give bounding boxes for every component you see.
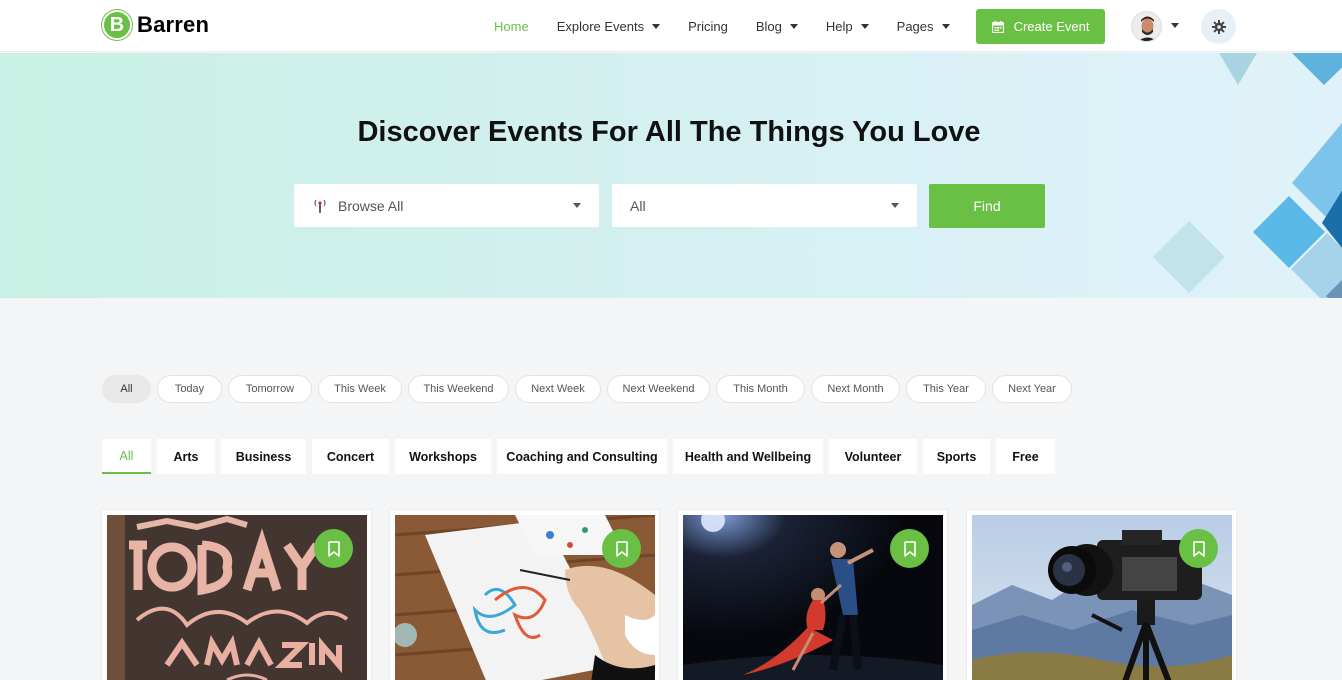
nav-pricing-label: Pricing <box>688 18 728 34</box>
bookmark-button[interactable] <box>1179 529 1218 568</box>
time-filter-next-week[interactable]: Next Week <box>515 375 601 403</box>
tab-arts[interactable]: Arts <box>157 439 215 474</box>
nav-pricing[interactable]: Pricing <box>688 19 728 34</box>
find-button[interactable]: Find <box>929 184 1045 228</box>
nav-home[interactable]: Home <box>494 19 529 34</box>
bookmark-button[interactable] <box>890 529 929 568</box>
main-nav: Home Explore Events Pricing Blog Help Pa… <box>480 0 964 52</box>
chevron-down-icon <box>789 23 798 29</box>
chevron-down-icon <box>573 203 581 208</box>
logo-text: Barren <box>137 12 210 37</box>
theme-toggle-button[interactable] <box>1201 9 1236 44</box>
calendar-icon <box>991 20 1004 33</box>
location-select[interactable]: All <box>612 184 917 227</box>
bookmark-icon <box>1192 540 1205 557</box>
time-filter-next-weekend[interactable]: Next Weekend <box>607 375 710 403</box>
time-filter-bar: All Today Tomorrow This Week This Weeken… <box>102 375 1078 403</box>
time-filter-next-month[interactable]: Next Month <box>811 375 900 403</box>
tab-sports[interactable]: Sports <box>923 439 990 474</box>
bookmark-icon <box>903 540 916 557</box>
location-select-value: All <box>630 197 646 214</box>
time-filter-this-month[interactable]: This Month <box>716 375 805 403</box>
tab-volunteer[interactable]: Volunteer <box>829 439 917 474</box>
hero-banner: Discover Events For All The Things You L… <box>0 53 1342 298</box>
decorative-diamonds <box>1153 53 1342 298</box>
time-filter-all[interactable]: All <box>102 375 151 403</box>
browse-select-value: Browse All <box>338 197 404 214</box>
time-filter-this-year[interactable]: This Year <box>906 375 986 403</box>
bookmark-icon <box>615 540 628 557</box>
nav-pages-label: Pages <box>896 18 934 34</box>
chevron-down-icon <box>891 203 899 208</box>
nav-blog[interactable]: Blog <box>756 19 798 34</box>
nav-pages[interactable]: Pages <box>897 19 950 34</box>
bookmark-button[interactable] <box>314 529 353 568</box>
time-filter-next-year[interactable]: Next Year <box>992 375 1072 403</box>
broadcast-icon <box>314 199 326 213</box>
nav-help[interactable]: Help <box>826 19 869 34</box>
tab-coaching-consulting[interactable]: Coaching and Consulting <box>497 439 667 474</box>
time-filter-today[interactable]: Today <box>157 375 222 403</box>
tab-health-wellbeing[interactable]: Health and Wellbeing <box>673 439 823 474</box>
avatar-dropdown-icon[interactable] <box>1171 23 1179 28</box>
chevron-down-icon <box>860 23 869 29</box>
nav-blog-label: Blog <box>755 18 782 34</box>
event-card[interactable] <box>677 509 948 680</box>
event-card[interactable] <box>101 509 372 680</box>
time-filter-this-weekend[interactable]: This Weekend <box>408 375 509 403</box>
category-tabs: All Arts Business Concert Workshops Coac… <box>102 439 1061 474</box>
tab-free[interactable]: Free <box>996 439 1055 474</box>
chevron-down-icon <box>941 23 950 29</box>
hero-title: Discover Events For All The Things You L… <box>357 116 981 148</box>
bookmark-icon <box>327 540 340 557</box>
time-filter-tomorrow[interactable]: Tomorrow <box>228 375 312 403</box>
event-card[interactable] <box>966 509 1237 680</box>
bookmark-button[interactable] <box>602 529 641 568</box>
tab-business[interactable]: Business <box>221 439 306 474</box>
logo[interactable]: B Barren <box>102 10 209 40</box>
nav-home-label: Home <box>494 18 529 34</box>
chevron-down-icon <box>652 23 661 29</box>
event-card[interactable] <box>389 509 660 680</box>
gear-icon <box>1211 19 1226 34</box>
user-avatar-image <box>1132 12 1161 41</box>
browse-select[interactable]: Browse All <box>294 184 599 227</box>
create-event-button[interactable]: Create Event <box>976 9 1105 44</box>
create-event-label: Create Event <box>1013 19 1090 34</box>
tab-workshops[interactable]: Workshops <box>395 439 491 474</box>
tab-all[interactable]: All <box>102 439 151 474</box>
avatar[interactable] <box>1131 11 1162 42</box>
nav-explore-events[interactable]: Explore Events <box>556 18 661 34</box>
nav-explore-events-label: Explore Events <box>556 18 645 34</box>
tab-concert[interactable]: Concert <box>312 439 389 474</box>
top-header: B Barren Home Explore Events Pricing Blo… <box>0 0 1342 52</box>
logo-mark: B <box>102 10 132 40</box>
nav-help-label: Help <box>825 18 853 34</box>
time-filter-this-week[interactable]: This Week <box>318 375 402 403</box>
